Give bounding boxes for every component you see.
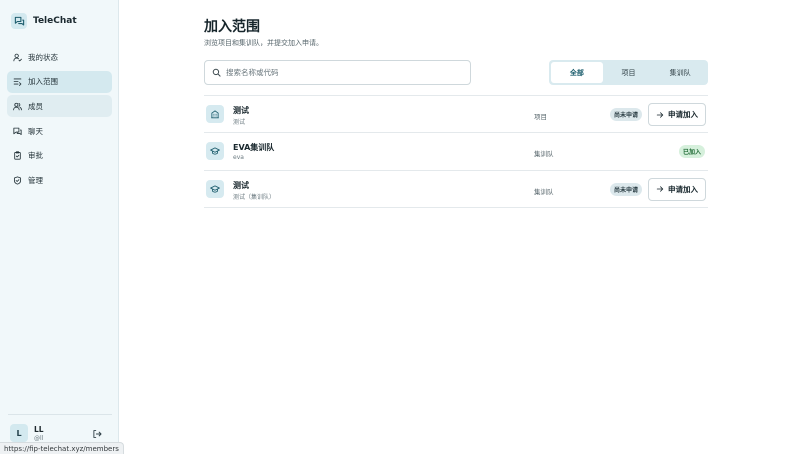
list-item: 测试 测试（集训队） 集训队 尚未申请 申请加入 — [204, 171, 708, 208]
sidebar-item-label: 成员 — [28, 101, 43, 111]
users-icon — [13, 102, 22, 111]
sidebar-item-admin[interactable]: 管理 — [7, 169, 112, 191]
apply-join-button[interactable]: 申请加入 — [648, 177, 706, 201]
row-type: 集训队 — [534, 150, 554, 159]
logout-icon[interactable] — [92, 429, 102, 439]
status-badge: 尚未申请 — [609, 182, 642, 196]
sidebar-item-label: 我的状态 — [28, 52, 58, 62]
sidebar-item-label: 审批 — [28, 151, 43, 161]
scope-list: 测试 测试 项目 尚未申请 申请加入 EVA集训队 eva 集训队 已加入 测试… — [204, 95, 708, 208]
search-box[interactable] — [204, 60, 471, 85]
list-item: 测试 测试 项目 尚未申请 申请加入 — [204, 96, 708, 134]
row-name: EVA集训队 — [233, 143, 275, 153]
user-check-icon — [13, 53, 22, 61]
sidebar-item-join-scope[interactable]: 加入范围 — [7, 70, 112, 93]
sidebar-divider — [8, 414, 112, 415]
sidebar-item-label: 加入范围 — [28, 77, 58, 87]
arrow-right-icon — [656, 186, 664, 192]
sidebar-item-label: 管理 — [28, 175, 43, 185]
chat-icon — [13, 127, 22, 135]
app-name: TeleChat — [33, 16, 77, 26]
arrow-right-icon — [656, 111, 664, 118]
clipboard-check-icon — [14, 151, 21, 160]
tab-projects[interactable]: 项目 — [603, 62, 655, 83]
status-badge: 尚未申请 — [609, 108, 642, 121]
apply-join-label: 申请加入 — [668, 110, 698, 119]
avatar: L — [10, 424, 28, 442]
graduation-cap-icon — [206, 179, 224, 198]
sidebar: TeleChat 我的状态 加入范围 成员 聊天 审批 管理 L LL @ll — [0, 0, 119, 454]
graduation-cap-icon — [206, 142, 224, 161]
apply-join-label: 申请加入 — [668, 184, 698, 194]
user-name: LL — [34, 424, 44, 434]
sidebar-item-my-status[interactable]: 我的状态 — [7, 46, 112, 68]
status-badge: 已加入 — [678, 145, 705, 159]
brand[interactable]: TeleChat — [11, 13, 77, 29]
page-title: 加入范围 — [204, 19, 260, 35]
row-name: 测试 — [233, 106, 249, 115]
row-type: 集训队 — [534, 187, 554, 196]
status-bar-url: https://fip-telechat.xyz/members — [0, 442, 124, 454]
building-icon — [206, 105, 224, 123]
row-code: 测试（集训队） — [233, 193, 276, 201]
shield-check-icon — [13, 176, 22, 185]
list-item: EVA集训队 eva 集训队 已加入 — [204, 133, 708, 171]
search-input[interactable] — [226, 68, 456, 77]
telechat-logo-icon — [11, 13, 27, 29]
list-join-icon — [13, 78, 22, 87]
row-code: eva — [233, 154, 244, 162]
tab-training-teams[interactable]: 集训队 — [654, 62, 706, 83]
row-code: 测试 — [233, 119, 246, 126]
sidebar-item-approval[interactable]: 审批 — [7, 145, 112, 167]
sidebar-item-label: 聊天 — [28, 126, 43, 136]
row-type: 项目 — [534, 113, 547, 121]
user-profile[interactable]: L LL @ll — [10, 424, 44, 442]
tab-all[interactable]: 全部 — [551, 62, 603, 83]
user-handle: @ll — [34, 434, 44, 442]
row-name: 测试 — [233, 180, 249, 190]
apply-join-button[interactable]: 申请加入 — [648, 103, 706, 126]
filter-tabs: 全部 项目 集训队 — [549, 60, 708, 85]
search-icon — [212, 68, 221, 77]
sidebar-item-chat[interactable]: 聊天 — [7, 120, 112, 142]
sidebar-nav: 我的状态 加入范围 成员 聊天 审批 管理 — [7, 46, 112, 194]
page-subtitle: 浏览项目和集训队，并提交加入申请。 — [204, 39, 323, 47]
sidebar-item-members[interactable]: 成员 — [7, 95, 112, 118]
